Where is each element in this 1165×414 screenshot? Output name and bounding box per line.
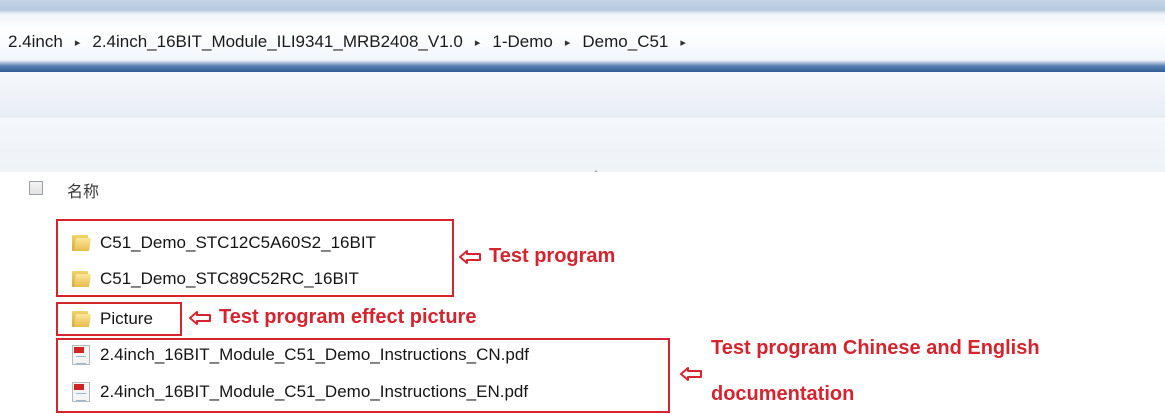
breadcrumb-item-module[interactable]: 2.4inch_16BIT_Module_ILI9341_MRB2408_V1.… [92, 32, 463, 52]
left-arrow-icon [189, 310, 211, 325]
breadcrumb-item-2-4inch[interactable]: 2.4inch [8, 32, 63, 52]
left-arrow-icon [459, 249, 481, 264]
annotation-documentation-line2: documentation [711, 383, 855, 405]
left-arrow-icon [680, 367, 702, 381]
annotation-effect-picture: Test program effect picture [189, 306, 476, 329]
annotation-text: Test program effect picture [219, 306, 477, 328]
annotation-documentation-line1: Test program Chinese and English [711, 337, 1040, 359]
breadcrumb-separator-icon[interactable]: ▸ [475, 36, 481, 49]
annotation-text: Test program [489, 245, 616, 267]
breadcrumb-item-demo-c51[interactable]: Demo_C51 [582, 32, 668, 52]
breadcrumb-separator-icon[interactable]: ▸ [680, 36, 686, 49]
highlight-box-picture [56, 302, 182, 336]
column-header-name[interactable]: 名称 [67, 178, 99, 202]
breadcrumb-separator-icon[interactable]: ▸ [75, 36, 81, 49]
toolbar-divider [0, 116, 1165, 117]
breadcrumb: 2.4inch ▸ 2.4inch_16BIT_Module_ILI9341_M… [8, 20, 698, 64]
breadcrumb-item-demo[interactable]: 1-Demo [492, 32, 552, 52]
column-header [0, 172, 1165, 216]
toolbar [0, 72, 1165, 173]
address-bar: 2.4inch ▸ 2.4inch_16BIT_Module_ILI9341_M… [0, 0, 1165, 72]
highlight-box-test-program [56, 219, 454, 297]
breadcrumb-separator-icon[interactable]: ▸ [565, 36, 571, 49]
highlight-box-documentation [56, 338, 670, 413]
select-all-checkbox[interactable] [29, 181, 43, 195]
annotation-test-program: Test program [459, 245, 615, 268]
